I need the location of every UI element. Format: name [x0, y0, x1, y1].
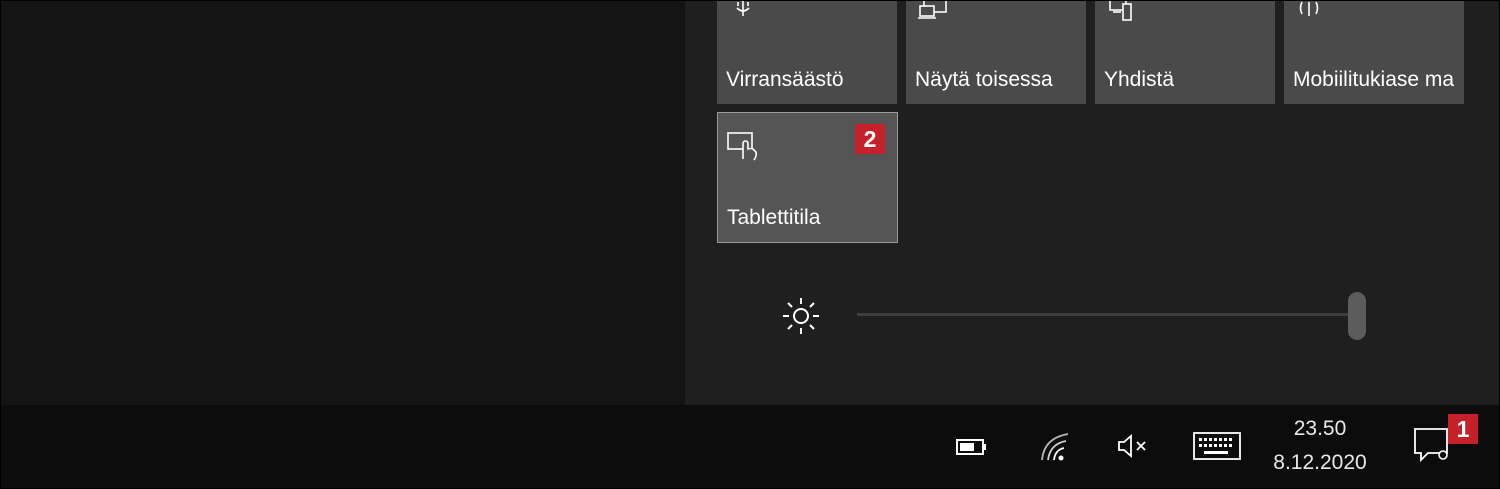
- connect-icon: [1109, 0, 1132, 21]
- clock-time: 23.50: [1293, 417, 1347, 440]
- clock-date: 8.12.2020: [1273, 451, 1367, 474]
- mobile-hotspot-icon: [1299, 1, 1319, 16]
- tablet-mode-icon: [727, 132, 758, 161]
- desktop-background: [0, 0, 685, 405]
- battery-saver-icon: [736, 0, 750, 16]
- step-badge-1: 1: [1448, 414, 1478, 444]
- tile-tablet-mode[interactable]: Tablettitila 2: [717, 112, 898, 243]
- battery-icon[interactable]: [956, 437, 988, 459]
- tile-label: Tablettitila: [727, 206, 821, 229]
- brightness-icon: [783, 298, 819, 334]
- wifi-icon[interactable]: [1040, 430, 1072, 462]
- tile-label: Näytä toisessa: [915, 68, 1053, 91]
- keyboard-icon[interactable]: [1192, 431, 1242, 461]
- tile-label: Yhdistä: [1104, 68, 1175, 91]
- project-display-icon: [918, 0, 947, 19]
- brightness-slider-track[interactable]: [857, 313, 1357, 316]
- tile-connect[interactable]: Yhdistä: [1095, 0, 1275, 104]
- taskbar-clock[interactable]: 23.50 8.12.2020: [1262, 412, 1378, 480]
- tile-mobile-hotspot[interactable]: Mobiilitukiase ma: [1284, 0, 1464, 104]
- brightness-slider-thumb[interactable]: [1348, 292, 1366, 340]
- tile-label: Virransäästö: [726, 68, 844, 91]
- notification-icon[interactable]: [1412, 426, 1452, 464]
- tile-label: Mobiilitukiase ma: [1293, 68, 1455, 91]
- step-badge-2: 2: [855, 124, 885, 154]
- tile-project[interactable]: Näytä toisessa: [906, 0, 1086, 104]
- tile-battery-saver[interactable]: Virransäästö: [717, 0, 897, 104]
- volume-muted-icon[interactable]: [1116, 432, 1152, 460]
